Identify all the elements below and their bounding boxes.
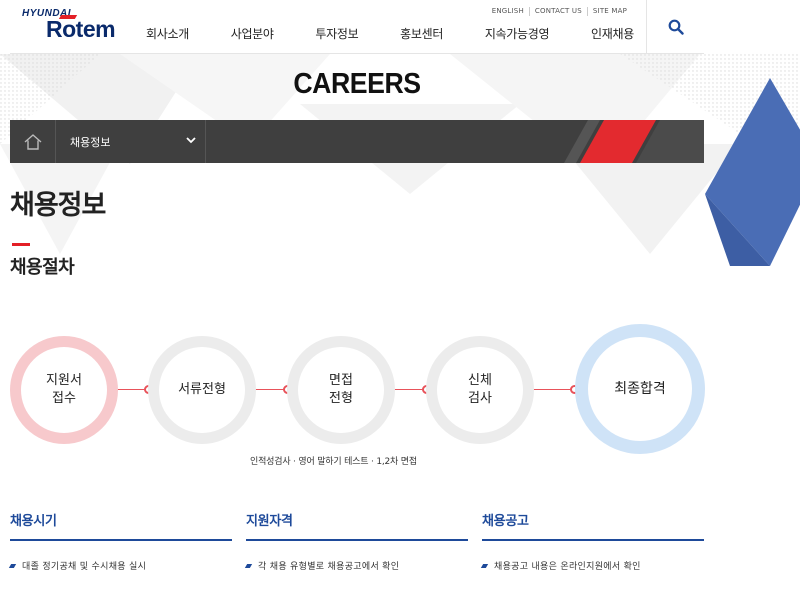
page-title-area: CAREERS [10,68,704,101]
step-document-screening: 서류전형 [148,336,256,444]
step-medical-check: 신체 검사 [426,336,534,444]
util-link-contact[interactable]: CONTACT US [528,7,587,16]
bullet-icon [244,563,253,568]
step-final-pass: 최종합격 [575,324,705,454]
interview-process-note: 인적성검사 · 영어 말하기 테스트 · 1,2차 면접 [250,457,417,467]
location-dropdown[interactable]: 채용정보 [56,120,206,163]
section-subtitle: 채용절차 [10,257,75,278]
home-icon [24,133,41,150]
search-icon [668,19,684,35]
bullet-icon [480,563,489,568]
nav-item-sustainability[interactable]: 지속가능경영 [475,25,559,42]
info-column-text: 채용공고 내용은 온라인지원에서 확인 [494,562,641,572]
bullet-icon [8,563,17,568]
info-column-qualification: 지원자격 각 채용 유형별로 채용공고에서 확인 [244,510,468,572]
info-column-title: 채용시기 [10,510,232,541]
step-interview: 면접 전형 [287,336,395,444]
search-button[interactable] [646,0,704,53]
info-column-notice: 채용공고 채용공고 내용은 온라인지원에서 확인 [480,510,704,572]
info-column-text: 각 채용 유형별로 채용공고에서 확인 [258,562,400,572]
util-link-sitemap[interactable]: SITE MAP [586,7,632,16]
home-button[interactable] [10,120,56,163]
page-title: CAREERS [293,68,421,100]
info-column-title: 지원자격 [246,510,468,541]
subtitle-accent-bar [12,243,30,246]
nav-item-pr[interactable]: 홍보센터 [390,25,453,42]
nav-item-investment[interactable]: 투자정보 [305,25,368,42]
location-bar-stripes [564,120,704,163]
info-column-period: 채용시기 대졸 정기공채 및 수시채용 실시 [8,510,232,572]
location-current: 채용정보 [70,135,111,149]
chevron-down-icon [186,137,196,144]
main-navigation: 회사소개 사업분야 투자정보 홍보센터 지속가능경영 인재채용 [126,25,654,42]
nav-item-business[interactable]: 사업분야 [221,25,284,42]
recruitment-process: 지원서 접수 서류전형 면접 전형 신체 검사 최종합격 [0,320,800,460]
nav-item-careers[interactable]: 인재채용 [581,25,644,42]
utility-links: ENGLISH CONTACT US SITE MAP [487,7,632,16]
util-link-english[interactable]: ENGLISH [487,7,529,16]
location-bar: 채용정보 [10,120,704,163]
nav-item-company[interactable]: 회사소개 [136,25,199,42]
recruitment-info-columns: 채용시기 대졸 정기공채 및 수시채용 실시 지원자격 각 채용 유형별로 채용… [8,510,704,590]
site-header: HYUNDAI Rotem ENGLISH CONTACT US SITE MA… [10,0,704,54]
step-application: 지원서 접수 [10,336,118,444]
section-title: 채용정보 [10,190,106,221]
info-column-text: 대졸 정기공채 및 수시채용 실시 [22,562,147,572]
info-column-title: 채용공고 [482,510,704,541]
hyundai-rotem-logo[interactable]: HYUNDAI Rotem [22,8,132,44]
